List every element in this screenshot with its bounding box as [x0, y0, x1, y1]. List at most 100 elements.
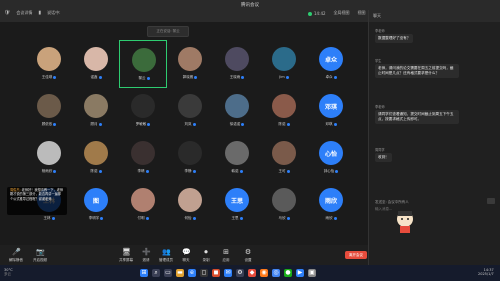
app-icon[interactable]: ◆ [248, 269, 256, 277]
participant-tile[interactable]: 陈诺 [260, 87, 308, 135]
message-sender: 李老师 [375, 105, 385, 109]
control-icon: 🖥 [122, 248, 131, 256]
chrome-icon[interactable]: ◎ [272, 269, 280, 277]
send-to-selector[interactable]: 发送至: 会议中所有人 [375, 200, 495, 205]
participant-name: 王林 [25, 216, 73, 221]
control-label: 聊天 [182, 258, 190, 262]
participant-tile[interactable]: 王晓雨 [213, 40, 261, 88]
edge-icon[interactable]: e [188, 269, 196, 277]
send-button[interactable] [487, 198, 495, 204]
tencent-meeting-icon[interactable]: ▶ [296, 269, 304, 277]
participant-tile[interactable]: 马欣 [260, 181, 308, 229]
chat-header: 聊天 [369, 10, 500, 22]
participant-name: 王晓雨 [213, 75, 261, 80]
control-label: 管理成员 [159, 258, 173, 262]
message-bubble: 数据整理好了没有？ [375, 34, 414, 43]
leave-meeting-button[interactable]: 离开会议 [345, 251, 367, 259]
participant-tile[interactable]: 王佳琪 [25, 40, 73, 88]
participant-tile[interactable]: 卓众 卓众 [307, 40, 355, 88]
avatar [272, 188, 296, 212]
app-icon[interactable]: ▣ [308, 269, 316, 277]
participant-tile[interactable]: 郭晓雅 [166, 40, 214, 88]
search-icon[interactable]: ⌕ [152, 269, 160, 277]
mic-icon [335, 169, 339, 173]
control-label: 解除静音 [9, 258, 23, 262]
chat-message: 李老师 请同学们查看通知，提交时间截止到周五下午五点，按要求格式上传即可。 [375, 104, 495, 124]
firefox-icon[interactable]: ◉ [260, 269, 268, 277]
participant-tile[interactable]: 图李明宇 [72, 181, 120, 229]
avatar: 邓琪 [319, 94, 343, 118]
control-8[interactable]: ⚙ 设置 [236, 248, 260, 263]
weather-widget[interactable]: 30°C 多云 [4, 268, 13, 277]
shield-icon[interactable]: 🛡 [4, 10, 10, 16]
mic-icon [333, 122, 337, 126]
participant-tile[interactable]: 顾月 [72, 87, 120, 135]
control-1[interactable]: 📷 开启视频 [28, 248, 52, 263]
clock-date: 2025/1/7 [478, 272, 494, 276]
meeting-details[interactable]: 会议详情 [16, 10, 32, 16]
mic-icon [98, 169, 102, 173]
view-button[interactable]: 视图 [358, 10, 366, 16]
clock[interactable]: 14:37 2025/1/7 [478, 268, 494, 276]
participant-tile[interactable]: 刘岚 [166, 87, 214, 135]
avatar [178, 94, 202, 118]
control-label: 应用 [222, 258, 230, 262]
control-icon: ⏺ [204, 248, 208, 256]
avatar [131, 94, 155, 118]
participant-tile[interactable]: 徐诺诺 [213, 87, 261, 135]
wechat-icon[interactable]: ● [284, 269, 292, 277]
folder-icon[interactable]: ▬ [176, 269, 184, 277]
office-icon[interactable]: ◼ [212, 269, 220, 277]
store-icon[interactable]: ◻ [200, 269, 208, 277]
avatar [225, 47, 249, 71]
mic-icon [241, 75, 245, 79]
mic-icon [53, 169, 57, 173]
participant-tile[interactable]: 李静 [166, 134, 214, 182]
control-icon: 📷 [36, 248, 45, 256]
settings-icon[interactable]: ⚙ [236, 269, 244, 277]
mail-icon[interactable]: ✉ [224, 269, 232, 277]
control-7[interactable]: ⊞ 应用 [214, 248, 238, 263]
participant-tile[interactable]: 王可 [260, 134, 308, 182]
avatar: 心怡 [319, 141, 343, 165]
mic-icon [145, 169, 149, 173]
participant-tile[interactable]: 顾依依 [25, 87, 73, 135]
participant-tile[interactable]: 诺鑫 [72, 40, 120, 88]
mic-icon [53, 122, 57, 126]
participant-tile[interactable]: 黎云 [119, 40, 167, 88]
participant-tile[interactable]: 何怡 [166, 181, 214, 229]
participant-name: 王佳琪 [25, 75, 73, 80]
message-sender: 学生 [375, 59, 382, 63]
participant-tile[interactable]: 杨雨欣 [25, 134, 73, 182]
participant-name: 郭晓雅 [166, 75, 214, 80]
avatar [84, 141, 108, 165]
taskview-icon[interactable]: ▭ [164, 269, 172, 277]
control-icon: ⚙ [244, 248, 252, 256]
participant-name: 付明 [119, 216, 167, 221]
participant-name: 卓众 [307, 75, 355, 80]
global-view-button[interactable]: 全局视图 [334, 10, 350, 16]
participant-tile[interactable]: 陈诺 [72, 134, 120, 182]
avatar [272, 94, 296, 118]
participant-tile[interactable]: 心怡 钟心怡 [307, 134, 355, 182]
participant-name: 钟心怡 [307, 169, 355, 174]
participant-tile[interactable]: 罗敏敏 [119, 87, 167, 135]
participant-tile[interactable]: 邓琪 邓琪 [307, 87, 355, 135]
participant-name: 李明宇 [72, 216, 120, 221]
control-0[interactable]: 🎤 解除静音 [4, 248, 28, 263]
participant-tile[interactable]: 王思 王思 [213, 181, 261, 229]
avatar [178, 141, 202, 165]
participant-tile[interactable]: 李晴 [119, 134, 167, 182]
participant-tile[interactable]: 韩诺 [213, 134, 261, 182]
avatar [37, 94, 61, 118]
message-bubble: 老师，请问我的论文需要在周五之前提交吗，截止时间是几点？还有格式要求是什么？ [375, 64, 459, 78]
participant-tile[interactable]: 付明 [119, 181, 167, 229]
start-icon[interactable]: ⊞ [140, 269, 148, 277]
avatar [225, 141, 249, 165]
avatar [178, 188, 202, 212]
participant-tile[interactable]: Jim [260, 40, 308, 88]
chat-message: 学生 老师，请问我的论文需要在周五之前提交吗，截止时间是几点？还有格式要求是什么… [375, 58, 495, 78]
participant-tile[interactable]: 雨欣 雨欣 [307, 181, 355, 229]
participant-name: 刘岚 [166, 122, 214, 127]
message-bubble: 请同学们查看通知，提交时间截止到周五下午五点，按要求格式上传即可。 [375, 110, 459, 124]
